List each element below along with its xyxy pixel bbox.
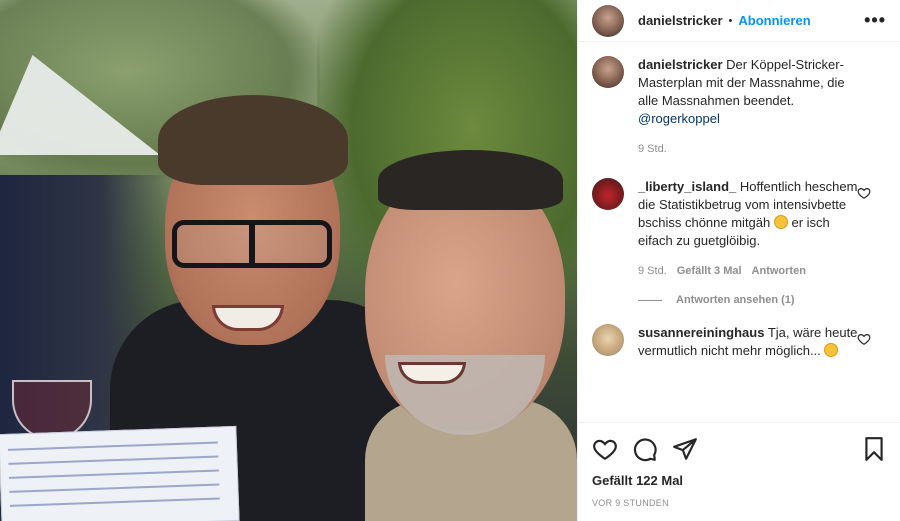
person-left-glasses [172,220,332,268]
header-separator: • [728,14,733,27]
person-left-hair [158,95,348,185]
post-header: danielstricker • Abonnieren ••• [578,0,900,42]
list-item: _liberty_island_ Hoffentlich heschem die… [592,178,887,280]
comment-time: 9 Std. [638,265,667,277]
heart-icon[interactable] [857,332,871,346]
follow-button[interactable]: Abonnieren [738,13,810,28]
post-sidebar: danielstricker • Abonnieren ••• danielst… [577,0,900,521]
caption-meta: 9 Std. [638,140,861,158]
more-icon[interactable]: ••• [864,10,886,31]
avatar[interactable] [592,56,624,88]
post-timestamp: VOR 9 STUNDEN [592,498,669,508]
comment-icon[interactable] [632,436,658,462]
post-actions: Gefällt 122 Mal VOR 9 STUNDEN [578,422,900,508]
replies-divider [638,299,662,301]
heart-icon[interactable] [592,436,618,462]
person-right-hair [378,150,563,210]
avatar[interactable] [592,324,624,356]
likes-count[interactable]: Gefällt 122 Mal [592,473,887,488]
list-item: susannereininghaus Tja, wäre heute vermu… [592,324,887,360]
caption-time: 9 Std. [638,143,667,155]
post-photo[interactable] [0,0,577,521]
caption: danielstricker Der Köppel-Stricker-Maste… [592,56,887,158]
action-bar [592,435,887,463]
emoji-icon [824,343,839,357]
caption-body: danielstricker Der Köppel-Stricker-Maste… [638,56,887,158]
avatar[interactable] [592,4,624,37]
emoji-icon [773,215,788,229]
caption-mention[interactable]: @rogerkoppel [638,110,861,128]
header-username[interactable]: danielstricker [638,13,723,28]
comment-body: _liberty_island_ Hoffentlich heschem die… [638,178,887,280]
comment-username[interactable]: _liberty_island_ [638,179,736,194]
comments-list[interactable]: danielstricker Der Köppel-Stricker-Maste… [578,42,900,422]
view-replies-button[interactable]: Antworten ansehen (1) [638,294,887,306]
handwritten-paper [0,425,240,521]
caption-username[interactable]: danielstricker [638,57,723,72]
heart-icon[interactable] [857,186,871,200]
avatar[interactable] [592,178,624,210]
bookmark-icon[interactable] [861,436,887,462]
comment-meta: 9 Std. Gefällt 3 Mal Antworten [638,262,861,280]
reply-button[interactable]: Antworten [752,262,806,280]
comment-likes[interactable]: Gefällt 3 Mal [677,262,742,280]
comment-username[interactable]: susannereininghaus [638,325,764,340]
comment-body: susannereininghaus Tja, wäre heute vermu… [638,324,887,360]
share-icon[interactable] [672,436,698,462]
view-replies-label: Antworten ansehen (1) [676,294,795,306]
